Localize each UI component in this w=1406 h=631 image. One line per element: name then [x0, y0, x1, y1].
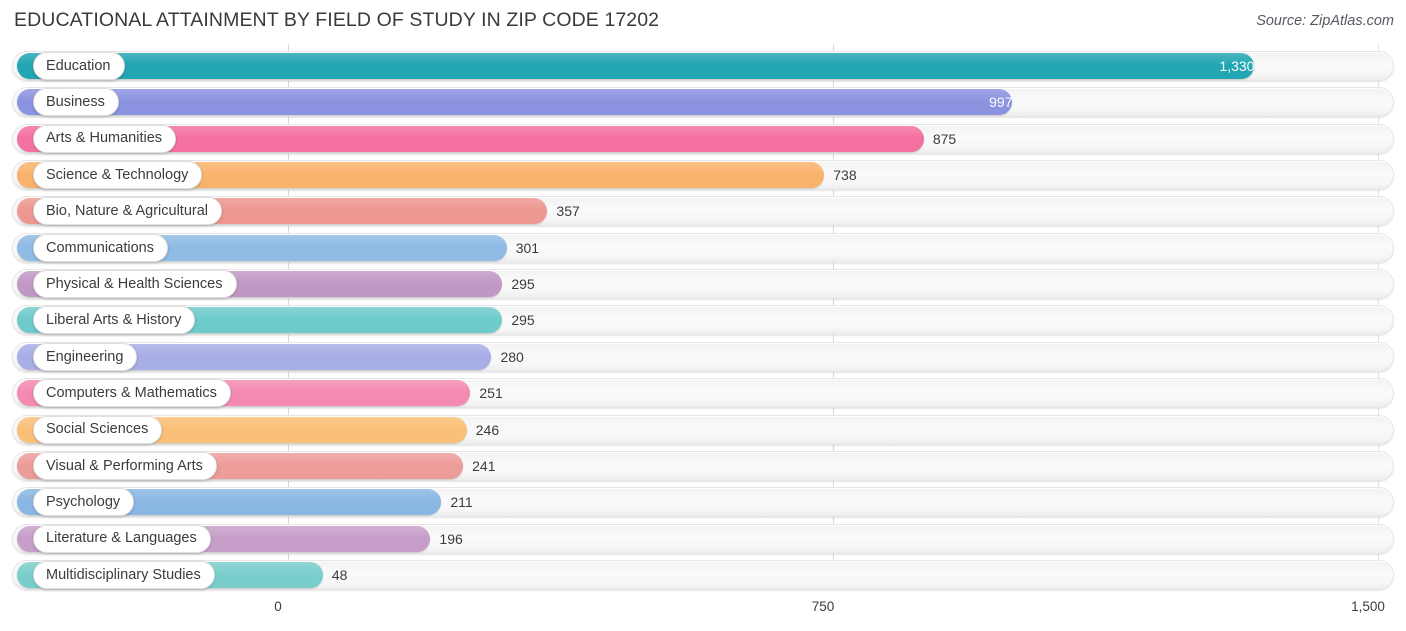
bar-category-label: Literature & Languages	[46, 530, 197, 547]
bar-label-pill: Bio, Nature & Agricultural	[33, 197, 222, 226]
bar-fill	[17, 89, 1013, 116]
x-axis-tick-0: 0	[274, 599, 282, 614]
x-axis-tick-750: 750	[811, 599, 835, 614]
bar-value-label: 997	[989, 94, 1013, 111]
bar-label-pill: Engineering	[33, 342, 138, 371]
bar-label-pill: Psychology	[33, 488, 135, 517]
bar-value-label: 357	[556, 203, 580, 220]
bar-row[interactable]: Liberal Arts & History 295	[12, 305, 1394, 336]
bar-category-label: Communications	[46, 239, 154, 256]
bar-category-label: Bio, Nature & Agricultural	[46, 203, 208, 220]
bar-value-label: 196	[439, 530, 463, 547]
bar-row[interactable]: Visual & Performing Arts 241	[12, 450, 1394, 481]
bar-chart-plot-area: Education 1,330 Business 997 Arts & Humaniti…	[0, 44, 1406, 597]
bar-label-pill: Multidisciplinary Studies	[33, 560, 215, 589]
bar-label-pill: Arts & Humanities	[33, 124, 177, 153]
bar-category-label: Business	[46, 94, 105, 111]
bar-category-label: Computers & Mathematics	[46, 384, 217, 401]
bar-row[interactable]: Social Sciences 246	[12, 414, 1394, 445]
bar-label-pill: Science & Technology	[33, 161, 203, 190]
bar-value-label: 241	[472, 457, 496, 474]
bar-category-label: Arts & Humanities	[46, 130, 163, 147]
bar-value-label: 301	[515, 239, 540, 256]
bar-category-label: Physical & Health Sciences	[46, 275, 223, 292]
bar-category-label: Science & Technology	[46, 166, 189, 183]
bar-label-pill: Physical & Health Sciences	[33, 270, 237, 299]
bar-label-pill: Computers & Mathematics	[33, 379, 231, 408]
bar-row[interactable]: Communications 301	[12, 232, 1394, 263]
bar-value-label: 875	[932, 130, 957, 147]
bar-row[interactable]: Arts & Humanities 875	[12, 123, 1394, 154]
bar-category-label: Psychology	[46, 493, 121, 510]
x-axis-tick-1,500: 1,500	[1351, 599, 1385, 614]
chart-header: EDUCATIONAL ATTAINMENT BY FIELD OF STUDY…	[0, 0, 1406, 44]
bar-label-pill: Business	[33, 88, 119, 117]
bar-value-label: 1,330	[1219, 58, 1255, 74]
bar-value-label: 295	[511, 276, 535, 293]
bar-fill	[17, 53, 1255, 79]
source-attribution: Source: ZipAtlas.com	[1256, 13, 1394, 29]
bar-value-label: 280	[500, 348, 524, 365]
bar-label-pill: Liberal Arts & History	[33, 306, 196, 335]
bar-value-label: 251	[479, 385, 503, 402]
bar-label-pill: Visual & Performing Arts	[33, 451, 217, 480]
bar-row[interactable]: Multidisciplinary Studies 48	[12, 559, 1394, 590]
x-axis: 0 750 1,500	[0, 597, 1406, 631]
bar-category-label: Liberal Arts & History	[46, 312, 182, 329]
bar-row[interactable]: Physical & Health Sciences 295	[12, 269, 1394, 300]
bar-row[interactable]: Engineering 280	[12, 341, 1394, 372]
bar-value-label: 738	[833, 167, 857, 184]
bar-value-label: 48	[331, 566, 348, 583]
bar-category-label: Multidisciplinary Studies	[46, 566, 201, 583]
bar-value-label: 211	[450, 494, 473, 511]
bar-label-pill: Social Sciences	[33, 415, 163, 444]
bar-label-pill: Literature & Languages	[33, 524, 211, 553]
bar-row[interactable]: Business 997	[12, 87, 1394, 118]
bar-category-label: Social Sciences	[46, 421, 149, 438]
bar-row[interactable]: Computers & Mathematics 251	[12, 378, 1394, 409]
bar-category-label: Education	[46, 57, 111, 74]
bar-label-pill: Communications	[33, 233, 168, 262]
bar-row[interactable]: Science & Technology 738	[12, 160, 1394, 191]
bar-label-pill: Education	[33, 52, 125, 80]
bar-value-label: 246	[475, 421, 500, 438]
bar-category-label: Visual & Performing Arts	[46, 457, 203, 474]
page-title: EDUCATIONAL ATTAINMENT BY FIELD OF STUDY…	[14, 9, 660, 31]
bar-row[interactable]: Education 1,330	[12, 51, 1394, 81]
bar-row[interactable]: Literature & Languages 196	[12, 523, 1394, 554]
bar-row[interactable]: Psychology 211	[12, 487, 1394, 518]
bar-category-label: Engineering	[46, 348, 124, 365]
bar-value-label: 295	[511, 312, 535, 329]
bar-row[interactable]: Bio, Nature & Agricultural 357	[12, 196, 1394, 227]
